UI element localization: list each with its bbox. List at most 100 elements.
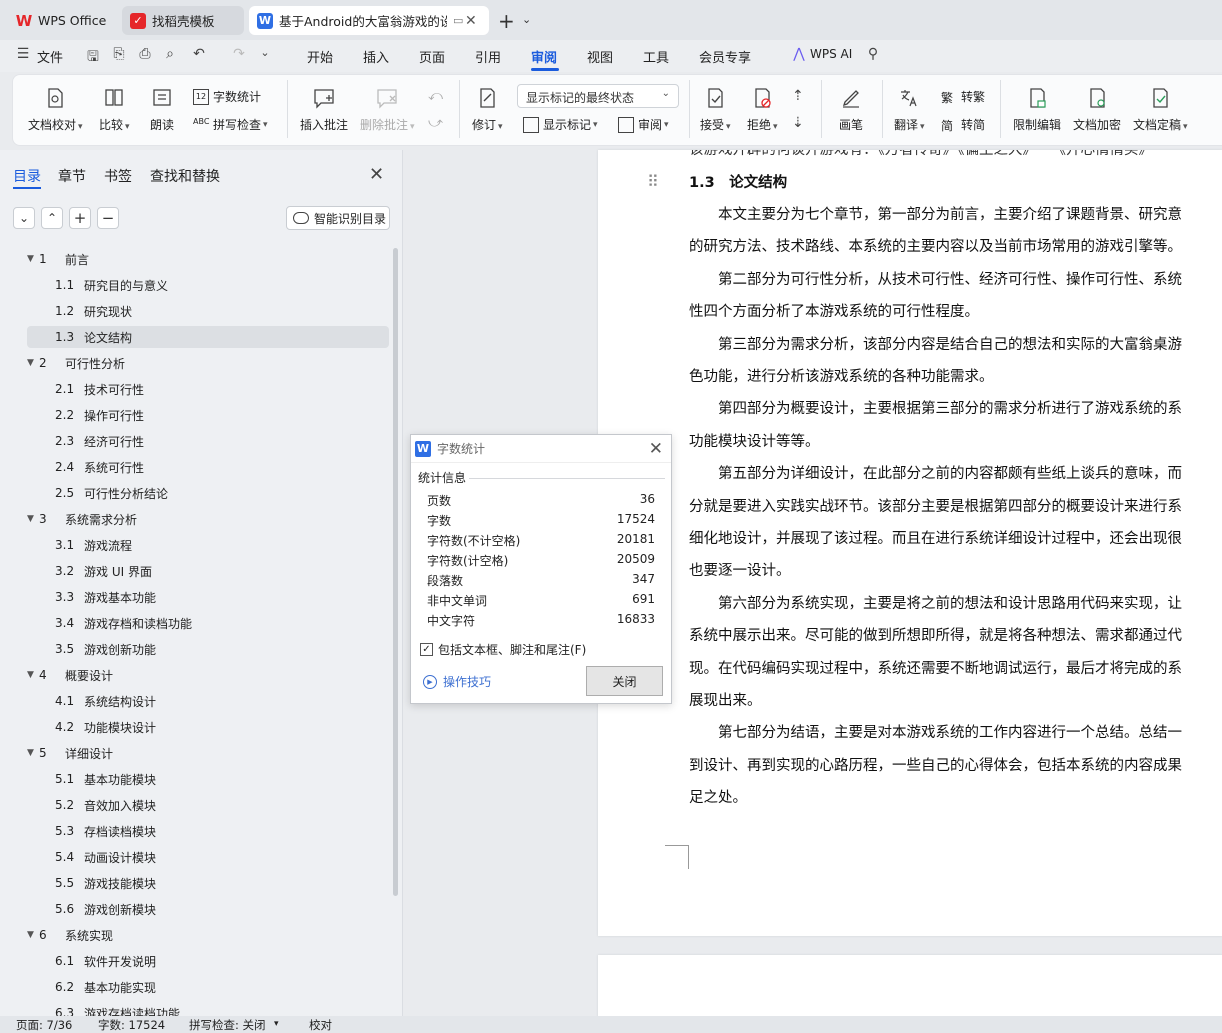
- chevron-down-icon[interactable]: ⌄: [522, 13, 531, 26]
- toc-item[interactable]: 5.2 音效加入模块: [27, 794, 389, 816]
- toc-item[interactable]: 5.1 基本功能模块: [27, 768, 389, 790]
- toc-item[interactable]: 6.2 基本功能实现: [27, 976, 389, 998]
- new-tab-icon[interactable]: +: [498, 9, 515, 33]
- spell-check-indicator[interactable]: 拼写检查: 关闭: [189, 1017, 266, 1033]
- include-notes-checkbox[interactable]: ✓ 包括文本框、脚注和尾注(F): [420, 641, 586, 658]
- to-simplified-button[interactable]: 简 转简: [941, 116, 985, 133]
- read-aloud-button[interactable]: 朗读: [150, 86, 174, 133]
- toc-item[interactable]: ▼ 3 系统需求分析: [27, 508, 389, 530]
- expand-toggle-icon[interactable]: ▼: [27, 748, 39, 758]
- menu-insert[interactable]: 插入: [363, 47, 389, 66]
- markup-state-select[interactable]: 显示标记的最终状态 ⌄: [517, 84, 679, 108]
- collapse-all-button[interactable]: ⌄: [13, 207, 35, 229]
- expand-toggle-icon[interactable]: ▼: [27, 930, 39, 940]
- toc-item[interactable]: 1.2 研究现状: [27, 300, 389, 322]
- close-pane-icon[interactable]: ✕: [369, 164, 384, 185]
- translate-button[interactable]: 翻译 ▾: [894, 86, 925, 133]
- toc-item[interactable]: 5.4 动画设计模块: [27, 846, 389, 868]
- menu-member[interactable]: 会员专享: [699, 47, 751, 66]
- toc-item[interactable]: 6.1 软件开发说明: [27, 950, 389, 972]
- toc-item[interactable]: 3.3 游戏基本功能: [27, 586, 389, 608]
- close-tab-icon[interactable]: ✕: [465, 13, 477, 29]
- menu-reference[interactable]: 引用: [475, 47, 501, 66]
- menu-start[interactable]: 开始: [307, 47, 333, 66]
- toc-item[interactable]: ▼ 5 详细设计: [27, 742, 389, 764]
- toc-item[interactable]: 2.2 操作可行性: [27, 404, 389, 426]
- tips-link[interactable]: ▶ 操作技巧: [423, 673, 491, 690]
- expand-up-button[interactable]: ⌃: [41, 207, 63, 229]
- add-heading-button[interactable]: +: [69, 207, 91, 229]
- toc-item[interactable]: 4.2 功能模块设计: [27, 716, 389, 738]
- doc-finalize-button[interactable]: 文档定稿 ▾: [1133, 86, 1188, 133]
- toc-item[interactable]: 3.5 游戏创新功能: [27, 638, 389, 660]
- proofread-indicator[interactable]: 校对: [309, 1017, 332, 1033]
- toc-item[interactable]: 1.3 论文结构: [27, 326, 389, 348]
- tab-document[interactable]: W 基于Android的大富翁游戏的设 ▭: [249, 6, 489, 35]
- insert-comment-button[interactable]: 插入批注: [300, 86, 348, 133]
- toc-item[interactable]: 5.6 游戏创新模块: [27, 898, 389, 920]
- more-chevron-icon[interactable]: ⌄: [256, 46, 274, 64]
- toc-item[interactable]: 5.5 游戏技能模块: [27, 872, 389, 894]
- smart-toc-button[interactable]: 智能识别目录: [286, 206, 390, 230]
- toc-item[interactable]: ▼ 1 前言: [27, 248, 389, 270]
- chevron-down-icon[interactable]: ▾: [274, 1019, 279, 1029]
- to-traditional-button[interactable]: 繁 转繁: [941, 88, 985, 105]
- prev-comment-icon[interactable]: ⤺: [428, 88, 443, 104]
- toc-item[interactable]: 5.3 存档读档模块: [27, 820, 389, 842]
- tab-template[interactable]: ✓ 找稻壳模板: [122, 6, 244, 35]
- nav-tab-find-replace[interactable]: 查找和替换: [150, 166, 220, 186]
- window-icon[interactable]: ▭: [453, 14, 463, 27]
- menu-view[interactable]: 视图: [587, 47, 613, 66]
- redo-icon[interactable]: ↷: [230, 46, 248, 64]
- nav-tab-toc[interactable]: 目录: [13, 166, 41, 186]
- spell-check-button[interactable]: ABC 拼写检查 ▾: [193, 116, 268, 133]
- accept-button[interactable]: 接受 ▾: [700, 86, 731, 133]
- toc-item[interactable]: ▼ 4 概要设计: [27, 664, 389, 686]
- toc-item[interactable]: 3.1 游戏流程: [27, 534, 389, 556]
- close-icon[interactable]: ✕: [649, 439, 663, 459]
- remove-heading-button[interactable]: −: [97, 207, 119, 229]
- toc-item[interactable]: 2.3 经济可行性: [27, 430, 389, 452]
- prev-change-icon[interactable]: ⇡: [792, 88, 804, 104]
- menu-wps-ai[interactable]: WPS AI: [810, 47, 852, 61]
- menu-file[interactable]: 文件: [37, 47, 63, 66]
- nav-tab-bookmarks[interactable]: 书签: [104, 166, 132, 186]
- menu-review[interactable]: 审阅: [531, 47, 557, 66]
- word-count-indicator[interactable]: 字数: 17524: [98, 1017, 165, 1033]
- toc-item[interactable]: 6.3 游戏存档读档功能: [27, 1002, 389, 1016]
- print-icon[interactable]: ⎙: [136, 46, 154, 64]
- tab-wps-office[interactable]: W WPS Office: [8, 6, 118, 35]
- delete-comment-button[interactable]: 删除批注 ▾: [360, 86, 415, 133]
- next-document-page[interactable]: [598, 955, 1222, 1025]
- restrict-edit-button[interactable]: 限制编辑: [1013, 86, 1061, 133]
- nav-scrollbar[interactable]: [393, 248, 398, 896]
- close-button[interactable]: 关闭: [586, 666, 663, 696]
- document-page[interactable]: 该游戏开辟的何谈开游戏有：《万者传奇》《偏生之大》一《开心情情买》 1.3 论文…: [598, 150, 1222, 936]
- expand-toggle-icon[interactable]: ▼: [27, 514, 39, 524]
- toc-item[interactable]: 3.4 游戏存档和读档功能: [27, 612, 389, 634]
- reject-button[interactable]: 拒绝 ▾: [747, 86, 778, 133]
- expand-toggle-icon[interactable]: ▼: [27, 358, 39, 368]
- nav-tab-chapters[interactable]: 章节: [58, 166, 86, 186]
- doc-check-button[interactable]: 文档校对 ▾: [28, 86, 83, 133]
- toc-item[interactable]: ▼ 6 系统实现: [27, 924, 389, 946]
- toc-item[interactable]: 2.4 系统可行性: [27, 456, 389, 478]
- hamburger-icon[interactable]: ☰: [14, 46, 32, 64]
- page-indicator[interactable]: 页面: 7/36: [16, 1017, 72, 1033]
- toc-item[interactable]: 3.2 游戏 UI 界面: [27, 560, 389, 582]
- toc-item[interactable]: 1.1 研究目的与意义: [27, 274, 389, 296]
- show-markup-button[interactable]: 显示标记 ▾: [523, 116, 598, 133]
- expand-toggle-icon[interactable]: ▼: [27, 670, 39, 680]
- word-count-button[interactable]: 12 字数统计: [193, 88, 261, 105]
- menu-page[interactable]: 页面: [419, 47, 445, 66]
- toc-item[interactable]: 2.5 可行性分析结论: [27, 482, 389, 504]
- search-icon[interactable]: ⚲: [864, 46, 882, 64]
- drag-handle-icon[interactable]: ⠿: [647, 172, 659, 191]
- doc-encrypt-button[interactable]: 文档加密: [1073, 86, 1121, 133]
- pen-button[interactable]: 画笔: [839, 86, 863, 133]
- toc-item[interactable]: ▼ 2 可行性分析: [27, 352, 389, 374]
- print-preview-icon[interactable]: ⌕: [161, 46, 179, 64]
- undo-icon[interactable]: ↶: [190, 46, 208, 64]
- expand-toggle-icon[interactable]: ▼: [27, 254, 39, 264]
- save-icon[interactable]: 🖫: [84, 46, 102, 65]
